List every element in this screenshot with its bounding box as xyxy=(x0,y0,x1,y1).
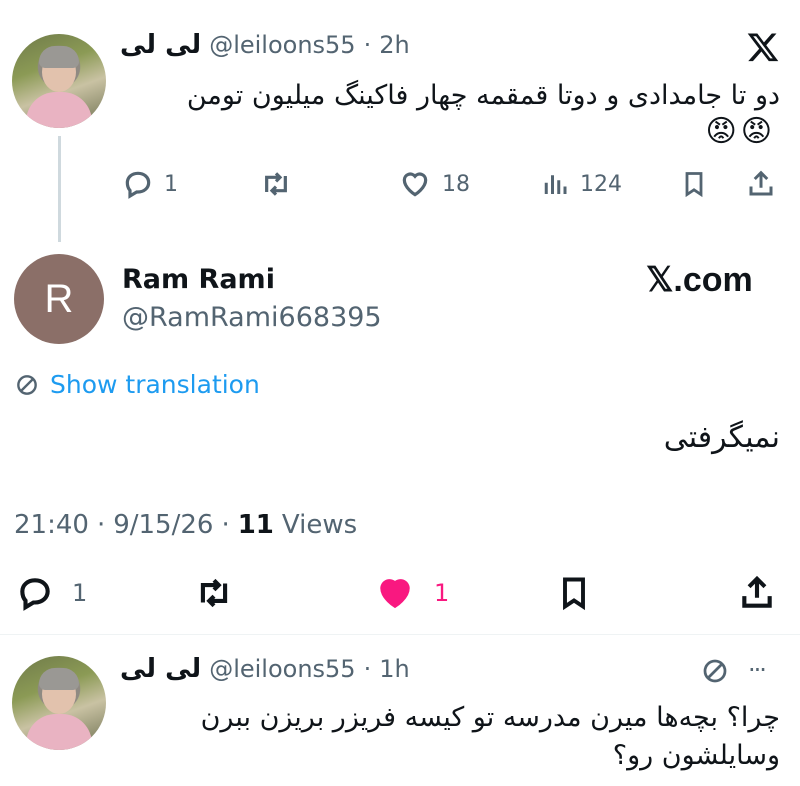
bookmark-button[interactable] xyxy=(680,168,708,200)
avatar-ramrami[interactable]: R xyxy=(14,254,104,344)
views-count: 11 xyxy=(237,510,274,540)
tweet3-text-line2: وسایلشون رو؟ xyxy=(612,740,780,771)
retweet-icon xyxy=(265,172,287,196)
like-count: 18 xyxy=(442,171,470,197)
tweet1-text: دو تا جامدادی و دوتا قمقمه چهار فاکینگ م… xyxy=(186,80,780,111)
translate-icon[interactable] xyxy=(700,656,730,690)
tweet2-date[interactable]: 9/15/26 xyxy=(113,510,213,540)
translate-icon xyxy=(17,374,37,395)
meta-dot: · xyxy=(221,510,230,540)
reply-count: 1 xyxy=(164,171,178,197)
retweet-button[interactable] xyxy=(192,574,236,612)
show-translation-link[interactable]: Show translation xyxy=(14,370,260,399)
tweet3-name[interactable]: لی لی xyxy=(120,654,201,684)
retweet-icon xyxy=(200,578,228,608)
bookmark-button[interactable] xyxy=(556,574,592,612)
show-translation-label[interactable]: Show translation xyxy=(50,370,260,399)
tweet1-name[interactable]: لی لی xyxy=(120,30,201,60)
tweet1-separator: · xyxy=(363,31,372,59)
reply-button[interactable]: 1 xyxy=(16,574,87,612)
avatar-letter: R xyxy=(44,276,74,321)
bookmark-icon xyxy=(685,172,703,198)
reply-icon xyxy=(125,171,151,199)
x-logo-icon[interactable] xyxy=(746,30,780,64)
share-icon xyxy=(742,575,772,608)
reply-button[interactable]: 1 xyxy=(122,168,178,200)
avatar-leiloons[interactable] xyxy=(12,34,106,128)
x-com-brand: 𝕏.com xyxy=(646,260,753,300)
tweet3-separator: · xyxy=(363,655,372,683)
tweet2-text: نمیگرفتی xyxy=(663,420,780,455)
avatar-leiloons[interactable] xyxy=(12,656,106,750)
reply-count: 1 xyxy=(72,579,88,607)
like-button[interactable]: 18 xyxy=(398,168,470,200)
tweet2-meta: 21:40 · 9/15/26 · 11 Views xyxy=(14,510,357,540)
tweet1-header: لی لی @leiloons55 · 2h xyxy=(120,30,410,60)
share-button[interactable] xyxy=(738,574,776,612)
meta-dot: · xyxy=(96,510,106,540)
tweet3-time[interactable]: 1h xyxy=(379,655,409,683)
like-icon xyxy=(380,579,410,609)
views-icon xyxy=(544,175,567,194)
thread-line xyxy=(58,136,61,242)
tweet2-handle[interactable]: @RamRami668395 xyxy=(122,302,382,333)
views-button[interactable]: 124 xyxy=(540,168,622,200)
brand-label: 𝕏.com xyxy=(646,261,753,299)
retweet-button[interactable] xyxy=(258,168,294,200)
like-button[interactable]: 1 xyxy=(374,574,449,612)
tweet3-header: لی لی @leiloons55 · 1h xyxy=(120,654,410,684)
reply-icon xyxy=(20,578,50,611)
share-icon xyxy=(749,170,773,196)
views-label: Views xyxy=(281,510,358,540)
tweet3-handle[interactable]: @leiloons55 xyxy=(209,655,355,683)
tweet3-text-line1: چرا؟ بچه‌ها میرن مدرسه تو کیسه فریزر بری… xyxy=(200,702,780,733)
tweet2-time[interactable]: 21:40 xyxy=(14,510,89,540)
tweet1-emoji: 😡😡 xyxy=(705,114,776,149)
more-icon[interactable]: ··· xyxy=(748,656,767,684)
tweet2-name[interactable]: Ram Rami xyxy=(122,264,275,295)
views-count: 124 xyxy=(580,171,622,197)
like-icon xyxy=(402,172,428,197)
like-count: 1 xyxy=(434,579,450,607)
divider xyxy=(0,634,800,635)
tweet1-handle[interactable]: @leiloons55 xyxy=(209,31,355,59)
bookmark-icon xyxy=(563,577,585,611)
share-button[interactable] xyxy=(746,168,776,200)
tweet1-time[interactable]: 2h xyxy=(379,31,409,59)
